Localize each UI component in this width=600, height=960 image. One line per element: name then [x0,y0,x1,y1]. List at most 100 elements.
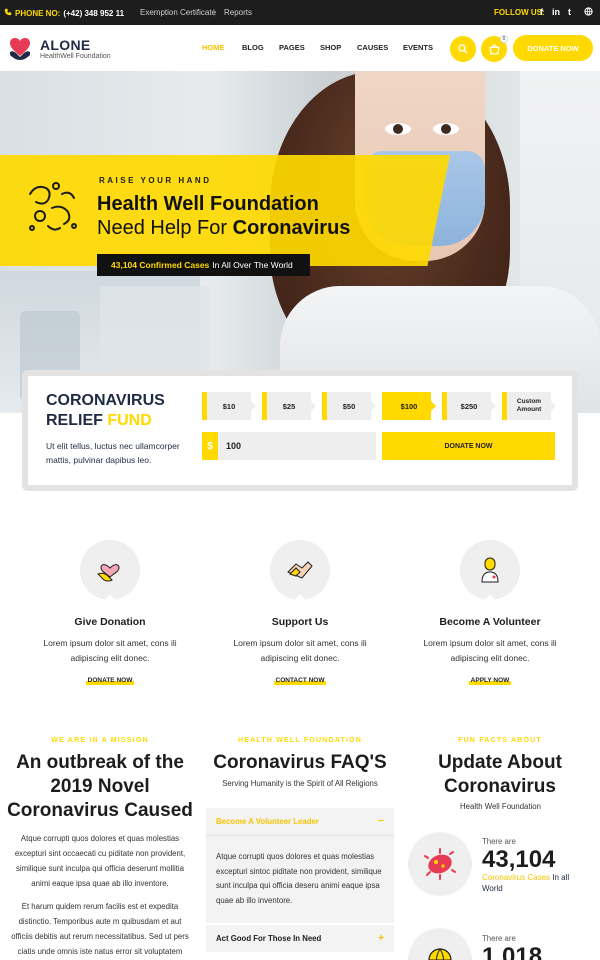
contact-now-link[interactable]: CONTACT NOW [273,676,327,685]
faq-answer: Atque corrupti quos dolores et quas mole… [206,835,394,923]
service-icon-circle [80,540,140,606]
relief-title-prefix: RELIEF [46,412,108,429]
hero-title: Health Well Foundation [97,193,319,215]
circle-notch [484,594,496,606]
donate-now-link[interactable]: DONATE NOW [85,676,135,685]
phone-number[interactable]: (+42) 348 952 11 [63,9,124,18]
amount-option-10[interactable]: $10 [202,392,256,420]
service-description: Lorem ipsum dolor sit amet, cons ili adi… [423,638,557,663]
faq-item-volunteer-leader[interactable]: Become A Volunteer Leader − [206,808,394,835]
mission-paragraph-2: Et harum quidem rerum facilis est et exp… [11,902,189,956]
nav-blog[interactable]: BLOG [242,43,264,52]
relief-description: Ut elit tellus, luctus nec ullamcorper m… [46,441,180,465]
service-become-volunteer: Become A Volunteer Lorem ipsum dolor sit… [395,540,585,687]
fact-prefix: There are [482,837,516,846]
header-donate-button[interactable]: DONATE NOW [513,35,593,61]
faq-heading: Coronavirus FAQ'S [213,752,387,773]
logo-heart-icon[interactable] [7,35,33,61]
faq-question: Become A Volunteer Leader [216,817,319,826]
mission-paragraph-1: Atque corrupti quos dolores et quas mole… [14,834,186,888]
bacteria-icon [22,176,82,236]
hero-subtitle: Need Help For Coronavirus [97,217,350,240]
nav-causes[interactable]: CAUSES [357,43,388,52]
cart-icon [488,44,500,55]
relief-title-accent: FUND [107,412,152,429]
relief-title-line2: RELIEF FUND [46,412,152,430]
faq-question: Act Good For Those In Need [216,934,322,943]
phone-info: PHONE NO: (+42) 348 952 11 [4,8,124,18]
hero-subtitle-bold: Coronavirus [232,217,351,239]
amount-option-250[interactable]: $250 [442,392,496,420]
confirmed-cases-banner: 43,104 Confirmed Cases In All Over The W… [97,254,310,276]
facts-subtitle: Health Well Foundation [460,802,541,811]
amount-option-100[interactable]: $100 [382,392,436,420]
mission-eyebrow: WE ARE IN A MISSION [51,737,149,744]
fact-label-accent: Coronavirus Cases [482,873,551,882]
twitter-icon[interactable]: t [568,7,571,17]
service-title: Give Donation [74,616,146,628]
facebook-icon[interactable]: f [540,7,543,17]
exemption-certificate-link[interactable]: Exemption Certificate [140,8,216,17]
faq-eyebrow: HEALTH WELL FOUNDATION [237,737,362,744]
circle-notch [294,594,306,606]
top-bar: PHONE NO: (+42) 348 952 11 Exemption Cer… [0,0,600,25]
circle-notch [104,594,116,606]
eye [433,123,459,135]
minus-icon[interactable]: − [378,816,384,827]
volunteer-icon [481,557,499,583]
globe-virus-icon [428,948,452,960]
service-icon-circle [460,540,520,606]
nav-pages[interactable]: PAGES [279,43,305,52]
confirmed-cases-text: In All Over The World [212,260,293,270]
hero-eyebrow: RAISE YOUR HAND [99,176,212,185]
nav-home[interactable]: HOME [202,43,225,52]
fact-icon-circle [408,928,472,960]
phone-label: PHONE NO: [15,8,61,18]
hero-subtitle-prefix: Need Help For [97,217,233,239]
amount-option-custom[interactable]: Custom Amount [502,392,556,420]
eye [385,123,411,135]
fact-number: 1,018 [482,943,543,960]
service-description: Lorem ipsum dolor sit amet, cons ili adi… [233,638,367,663]
facts-heading: Update About Coronavirus [438,752,562,797]
donate-now-button[interactable]: DONATE NOW [382,432,555,460]
handshake-icon [287,561,313,579]
fact-number: 43,104 [482,846,556,873]
facts-eyebrow: FUN FACTS ABOUT [458,737,542,744]
logo-subtitle: HealthWell Foundation [40,53,111,60]
amount-option-50[interactable]: $50 [322,392,376,420]
virus-icon [424,848,456,880]
service-give-donation: Give Donation Lorem ipsum dolor sit amet… [15,540,205,687]
fact-icon-circle [408,832,472,896]
amount-input[interactable] [218,432,376,460]
currency-symbol: $ [202,432,218,460]
relief-title-line1: CORONAVIRUS [46,392,165,409]
service-title: Become A Volunteer [439,616,541,628]
site-header: ALONE HealthWell Foundation HOME BLOG PA… [0,25,600,71]
linkedin-icon[interactable]: in [552,7,560,17]
reports-link[interactable]: Reports [224,8,252,17]
fact-prefix: There are [482,934,516,943]
heart-hand-icon [97,564,120,582]
service-title: Support Us [271,616,329,628]
plus-icon[interactable]: + [378,933,384,944]
service-icon-circle [270,540,330,606]
service-description: Lorem ipsum dolor sit amet, cons ili adi… [43,638,177,663]
mission-heading: An outbreak of the 2019 Novel Coronaviru… [7,752,193,821]
nav-shop[interactable]: SHOP [320,43,341,52]
search-button[interactable] [450,36,476,62]
service-support-us: Support Us Lorem ipsum dolor sit amet, c… [205,540,395,687]
logo-title[interactable]: ALONE [40,37,91,53]
globe-icon[interactable] [584,7,593,16]
faq-subtitle: Serving Humanity is the Spirit of All Re… [222,779,378,788]
nav-events[interactable]: EVENTS [403,43,433,52]
confirmed-cases-count: 43,104 Confirmed Cases [111,260,210,270]
phone-icon [4,8,12,18]
topbar-separator: | [213,8,216,17]
faq-item-act-good[interactable]: Act Good For Those In Need + [206,925,394,952]
relief-fund-form: CORONAVIRUS RELIEF FUND Ut elit tellus, … [22,370,578,491]
cart-count-badge: 0 [500,35,508,43]
apply-now-link[interactable]: APPLY NOW [468,676,512,685]
hero-banner: RAISE YOUR HAND Health Well Foundation N… [0,71,600,413]
amount-option-25[interactable]: $25 [262,392,316,420]
